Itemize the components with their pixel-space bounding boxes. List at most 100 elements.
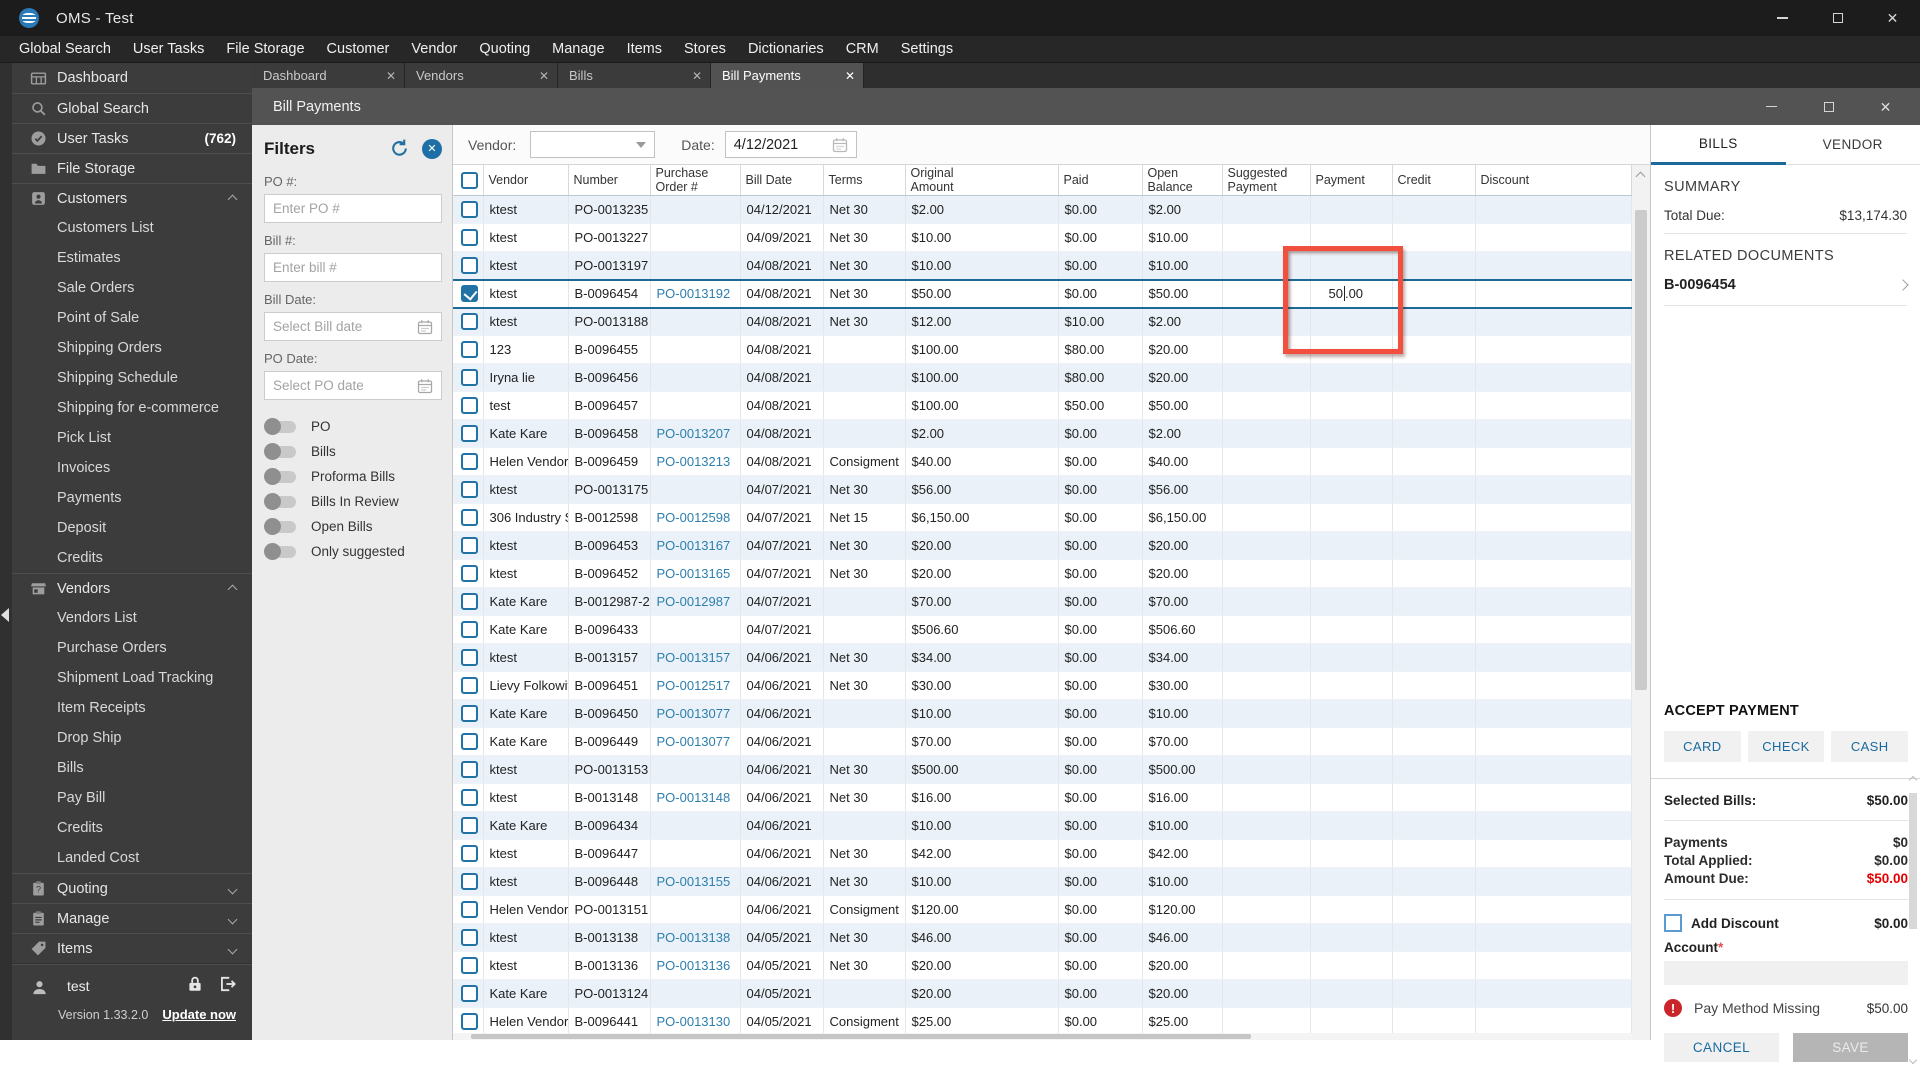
- table-row[interactable]: ktestB-0096454PO-001319204/08/2021Net 30…: [453, 280, 1632, 308]
- sidebar-item-manage[interactable]: Manage: [12, 903, 252, 933]
- column-header-vendor[interactable]: Vendor: [483, 165, 568, 196]
- panel-tab-bills[interactable]: BILLS: [1651, 125, 1786, 165]
- row-checkbox[interactable]: [461, 509, 478, 526]
- tab-vendors[interactable]: Vendors✕: [405, 63, 558, 88]
- row-checkbox[interactable]: [461, 789, 478, 806]
- sidebar-item-pick-list[interactable]: Pick List: [12, 423, 252, 453]
- row-checkbox[interactable]: [461, 201, 478, 218]
- table-row[interactable]: Kate KareB-0096458PO-001320704/08/2021$2…: [453, 420, 1632, 448]
- add-discount-checkbox[interactable]: [1664, 914, 1682, 932]
- table-row[interactable]: Helen VendorB-0096441PO-001313004/05/202…: [453, 1008, 1632, 1036]
- toggle-only-suggested[interactable]: [266, 546, 296, 558]
- table-row[interactable]: 123B-009645504/08/2021$100.00$80.00$20.0…: [453, 336, 1632, 364]
- menu-item-vendor[interactable]: Vendor: [400, 41, 468, 57]
- sidebar-item-dashboard[interactable]: Dashboard: [12, 63, 252, 93]
- sidebar-item-item-receipts[interactable]: Item Receipts: [12, 693, 252, 723]
- table-row[interactable]: Kate KareB-0096449PO-001307704/06/2021$7…: [453, 728, 1632, 756]
- row-checkbox[interactable]: [461, 677, 478, 694]
- menu-item-user-tasks[interactable]: User Tasks: [122, 41, 215, 57]
- row-checkbox[interactable]: [461, 649, 478, 666]
- menu-item-global-search[interactable]: Global Search: [8, 41, 122, 57]
- sidebar-item-invoices[interactable]: Invoices: [12, 453, 252, 483]
- sidebar-item-shipping-for-e-commerce[interactable]: Shipping for e-commerce: [12, 393, 252, 423]
- menu-item-crm[interactable]: CRM: [835, 41, 890, 57]
- table-row[interactable]: ktestB-0013148PO-001314804/06/2021Net 30…: [453, 784, 1632, 812]
- po-link[interactable]: PO-0012598: [657, 510, 731, 525]
- calendar-icon[interactable]: [417, 378, 433, 394]
- cash-button[interactable]: CASH: [1831, 731, 1908, 762]
- scroll-down-icon[interactable]: [1909, 1056, 1917, 1064]
- table-vertical-scrollbar[interactable]: [1632, 165, 1650, 1040]
- sidebar-item-user-tasks[interactable]: User Tasks(762): [12, 123, 252, 153]
- restore-button[interactable]: [1810, 0, 1865, 36]
- po-link[interactable]: PO-0013207: [657, 426, 731, 441]
- row-checkbox[interactable]: [461, 537, 478, 554]
- table-horizontal-scrollbar[interactable]: [453, 1033, 1632, 1040]
- po-link[interactable]: PO-0013148: [657, 790, 731, 805]
- row-checkbox[interactable]: [461, 341, 478, 358]
- po-link[interactable]: PO-0013157: [657, 650, 731, 665]
- tab-close-icon[interactable]: ✕: [692, 69, 702, 83]
- menu-item-file-storage[interactable]: File Storage: [215, 41, 315, 57]
- table-row[interactable]: ktestB-0013138PO-001313804/05/2021Net 30…: [453, 924, 1632, 952]
- menu-item-dictionaries[interactable]: Dictionaries: [737, 41, 835, 57]
- bill-input[interactable]: Enter bill #: [264, 253, 442, 282]
- table-row[interactable]: ktestPO-001317504/07/2021Net 30$56.00$0.…: [453, 476, 1632, 504]
- sidebar-item-pay-bill[interactable]: Pay Bill: [12, 783, 252, 813]
- sidebar-item-items[interactable]: Items: [12, 933, 252, 963]
- menu-item-items[interactable]: Items: [616, 41, 673, 57]
- calendar-icon[interactable]: [417, 319, 433, 335]
- table-row[interactable]: Kate KarePO-001312404/05/2021$20.00$0.00…: [453, 980, 1632, 1008]
- sidebar-item-quoting[interactable]: ?Quoting: [12, 873, 252, 903]
- table-row[interactable]: Helen VendorB-0096459PO-001321304/08/202…: [453, 448, 1632, 476]
- sidebar-item-purchase-orders[interactable]: Purchase Orders: [12, 633, 252, 663]
- table-row[interactable]: ktestB-0096448PO-001315504/06/2021Net 30…: [453, 868, 1632, 896]
- clear-filters-icon[interactable]: ✕: [422, 139, 442, 159]
- panel-scroll-thumb[interactable]: [1909, 793, 1917, 929]
- sidebar-item-vendors[interactable]: Vendors: [12, 573, 252, 603]
- po-link[interactable]: PO-0013165: [657, 566, 731, 581]
- po-link[interactable]: PO-0013138: [657, 930, 731, 945]
- card-button[interactable]: CARD: [1664, 731, 1741, 762]
- table-row[interactable]: Kate KareB-009643404/06/2021$10.00$0.00$…: [453, 812, 1632, 840]
- panel-restore-button[interactable]: [1800, 102, 1857, 112]
- table-row[interactable]: Iryna lieB-009645604/08/2021$100.00$80.0…: [453, 364, 1632, 392]
- sidebar-item-estimates[interactable]: Estimates: [12, 243, 252, 273]
- table-row[interactable]: ktestB-0096453PO-001316704/07/2021Net 30…: [453, 532, 1632, 560]
- table-row[interactable]: Helen VendorPO-001315104/06/2021Consigme…: [453, 896, 1632, 924]
- row-checkbox[interactable]: [461, 929, 478, 946]
- po-link[interactable]: PO-0013077: [657, 734, 731, 749]
- sidebar-collapse-arrow-icon[interactable]: [1, 608, 9, 622]
- cancel-button[interactable]: CANCEL: [1664, 1033, 1779, 1062]
- po-link[interactable]: PO-0013077: [657, 706, 731, 721]
- table-row[interactable]: testB-009645704/08/2021$100.00$50.00$50.…: [453, 392, 1632, 420]
- panel-minimize-button[interactable]: [1743, 106, 1800, 108]
- po-link[interactable]: PO-0012517: [657, 678, 731, 693]
- refresh-filters-icon[interactable]: [389, 138, 410, 159]
- table-row[interactable]: ktestB-009644704/06/2021Net 30$42.00$0.0…: [453, 840, 1632, 868]
- column-header-payment[interactable]: Payment: [1310, 165, 1392, 196]
- sidebar-item-customers[interactable]: Customers: [12, 183, 252, 213]
- row-checkbox[interactable]: [461, 229, 478, 246]
- table-row[interactable]: Kate KareB-0096450PO-001307704/06/2021$1…: [453, 700, 1632, 728]
- table-row[interactable]: ktestPO-001323504/12/2021Net 30$2.00$0.0…: [453, 196, 1632, 224]
- date-input[interactable]: 4/12/2021: [725, 131, 857, 158]
- row-checkbox[interactable]: [461, 817, 478, 834]
- horizontal-scroll-thumb[interactable]: [471, 1034, 1251, 1039]
- table-row[interactable]: 306 Industry SiteB-0012598PO-001259804/0…: [453, 504, 1632, 532]
- menu-item-quoting[interactable]: Quoting: [468, 41, 541, 57]
- sidebar-item-vendors-list[interactable]: Vendors List: [12, 603, 252, 633]
- sidebar-item-point-of-sale[interactable]: Point of Sale: [12, 303, 252, 333]
- row-checkbox[interactable]: [461, 453, 478, 470]
- tab-close-icon[interactable]: ✕: [845, 69, 855, 83]
- row-checkbox[interactable]: [461, 845, 478, 862]
- table-row[interactable]: ktestB-0013157PO-001315704/06/2021Net 30…: [453, 644, 1632, 672]
- column-header-suggested-payment[interactable]: Suggested Payment: [1222, 165, 1310, 196]
- panel-scrollbar[interactable]: [1908, 775, 1918, 1065]
- panel-close-button[interactable]: ✕: [1857, 102, 1914, 112]
- toggle-bills-in-review[interactable]: [266, 496, 296, 508]
- sidebar-item-customers-list[interactable]: Customers List: [12, 213, 252, 243]
- sidebar-item-credits[interactable]: Credits: [12, 813, 252, 843]
- sidebar-item-global-search[interactable]: Global Search: [12, 93, 252, 123]
- toggle-open-bills[interactable]: [266, 521, 296, 533]
